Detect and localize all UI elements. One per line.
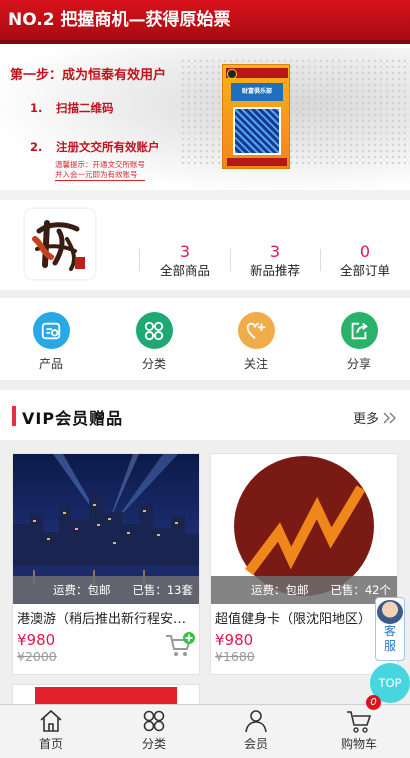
shop-logo[interactable] <box>25 209 95 279</box>
quicknav-product[interactable]: 产品 <box>21 312 81 372</box>
section-accent-bar <box>12 406 16 426</box>
customer-service-label-2: 服 <box>383 639 396 653</box>
quicknav-share[interactable]: 分享 <box>329 312 389 372</box>
service-agent-icon <box>377 600 403 624</box>
product-card[interactable]: 运费：包邮 已售：42个 超值健身卡（限沈阳地区） ¥980 ¥1680 <box>210 453 398 675</box>
world-map-pattern <box>180 58 410 168</box>
stat-all-orders-count: 0 <box>359 242 371 261</box>
quicknav-follow[interactable]: 关注 <box>226 312 286 372</box>
poster-logo <box>227 69 237 79</box>
banner-note: 温馨提示：开通文交所账号 并入会一元即为有效账号 <box>55 160 145 181</box>
promo-banner[interactable]: NO.2 把握商机—获得原始票 第一步：成为恒泰有效用户 1. 扫描二维码 2. 注… <box>0 0 410 190</box>
stat-all-orders-label: 全部订单 <box>339 263 390 278</box>
cart-icon <box>347 711 372 733</box>
banner-note-line-1: 温馨提示：开通文交所账号 <box>55 160 145 169</box>
cart-count-badge: 0 <box>366 695 381 710</box>
vip-more-link[interactable]: 更多 <box>353 408 398 427</box>
step-2-number: 2. <box>30 140 43 154</box>
banner-step-2: 2. 注册文交所有效账户 <box>30 139 160 155</box>
category-icon <box>135 312 173 349</box>
product-meta-strip: 运费：包邮 已售：42个 <box>211 576 397 604</box>
customer-service-label-1: 客 <box>383 624 396 638</box>
product-price: ¥980 <box>215 631 254 649</box>
stat-all-orders[interactable]: 0 全部订单 <box>320 242 410 279</box>
club-poster-image: 财富俱乐部 <box>222 64 290 169</box>
tab-category-label: 分类 <box>141 737 166 751</box>
product-icon <box>32 312 70 349</box>
product-title: 超值健身卡（限沈阳地区） <box>215 612 372 627</box>
banner-headline: NO.2 把握商机—获得原始票 <box>0 0 410 44</box>
stat-new-recommended-label: 新品推荐 <box>249 263 300 278</box>
poster-title: 财富俱乐部 <box>231 83 283 101</box>
tab-cart-label: 购物车 <box>340 737 377 751</box>
tab-member[interactable]: 会员 <box>226 708 286 752</box>
quicknav-share-label: 分享 <box>346 357 371 371</box>
quick-nav: 产品 分类 关注 分享 <box>0 298 410 380</box>
banner-step-title: 第一步：成为恒泰有效用户 <box>10 68 167 83</box>
product-original-price: ¥1680 <box>215 649 255 664</box>
banner-step-1: 1. 扫描二维码 <box>30 100 114 116</box>
product-image-hongkong-night: 运费：包邮 已售：13套 <box>13 454 199 604</box>
banner-note-line-2: 并入会一元即为有效账号 <box>55 170 138 179</box>
quicknav-category[interactable]: 分类 <box>124 312 184 372</box>
tab-home-label: 首页 <box>38 737 63 751</box>
follow-icon <box>237 312 275 349</box>
member-icon <box>245 710 267 733</box>
product-shipping: 运费：包邮 <box>53 583 111 597</box>
vip-section-title: VIP会员赠品 <box>22 409 124 428</box>
stat-all-products[interactable]: 3 全部商品 <box>140 242 230 279</box>
quicknav-follow-label: 关注 <box>243 357 268 371</box>
stat-all-products-label: 全部商品 <box>159 263 210 278</box>
tab-member-label: 会员 <box>243 737 268 751</box>
shop-logo-calligraphy <box>25 209 95 279</box>
product-meta-strip: 运费：包邮 已售：13套 <box>13 576 199 604</box>
share-icon <box>340 312 378 349</box>
poster-footer-band <box>227 158 287 166</box>
tab-category[interactable]: 分类 <box>124 708 184 752</box>
product-title: 港澳游（稍后推出新行程安排） <box>17 612 199 627</box>
vip-more-label: 更多 <box>352 412 379 427</box>
stat-all-products-count: 3 <box>179 242 191 261</box>
quicknav-product-label: 产品 <box>38 357 63 371</box>
product-image-fitness-logo: 运费：包邮 已售：42个 <box>211 454 397 604</box>
product-sold-count: 已售：13套 <box>132 583 193 597</box>
home-icon <box>40 709 62 732</box>
tab-home[interactable]: 首页 <box>21 708 81 752</box>
quicknav-category-label: 分类 <box>141 357 166 371</box>
double-chevron-right-icon <box>383 412 396 423</box>
step-2-text: 注册文交所有效账户 <box>56 140 160 154</box>
customer-service-button[interactable]: 客 服 <box>375 597 405 661</box>
tab-cart[interactable]: 购物车 <box>329 708 389 752</box>
poster-qr-code <box>233 107 281 155</box>
step-1-number: 1. <box>30 101 43 115</box>
stat-new-recommended-count: 3 <box>269 242 281 261</box>
product-card[interactable]: 运费：包邮 已售：13套 港澳游（稍后推出新行程安排） ¥980 ¥2000 <box>12 453 200 675</box>
bottom-tabbar: 首页 分类 会员 购物车 <box>0 704 410 758</box>
stat-new-recommended[interactable]: 3 新品推荐 <box>230 242 320 279</box>
vip-section-header: VIP会员赠品 更多 <box>0 390 410 440</box>
add-to-cart-icon[interactable] <box>165 632 195 658</box>
shop-info-panel: 3 全部商品 3 新品推荐 0 全部订单 <box>0 200 410 290</box>
step-1-text: 扫描二维码 <box>56 101 114 115</box>
product-shipping: 运费：包邮 <box>251 583 309 597</box>
category-icon <box>143 710 165 732</box>
